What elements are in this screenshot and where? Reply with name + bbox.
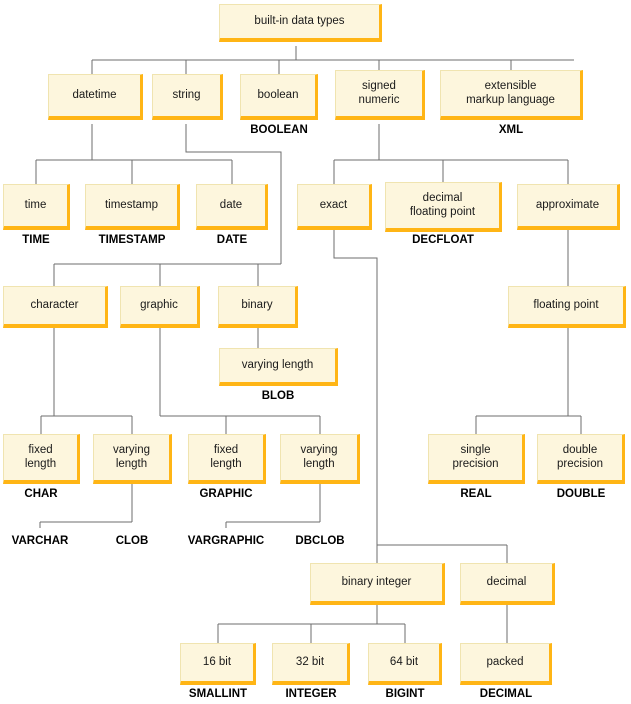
node-bit16[interactable]: 16 bit <box>180 643 256 685</box>
lbl-double: DOUBLE <box>556 488 606 500</box>
node-binary[interactable]: binary <box>218 286 298 328</box>
lbl-vargraphic: VARGRAPHIC <box>187 535 265 547</box>
lbl-decimal: DECIMAL <box>479 688 533 700</box>
lbl-decfloat: DECFLOAT <box>412 234 474 246</box>
node-timestamp[interactable]: timestamp <box>85 184 180 230</box>
lbl-real: REAL <box>460 488 492 500</box>
node-single[interactable]: single precision <box>428 434 525 484</box>
edge-datetime-bus <box>35 124 233 184</box>
edge-exact-bus <box>333 230 508 563</box>
node-character[interactable]: character <box>3 286 108 328</box>
node-approximate[interactable]: approximate <box>517 184 620 230</box>
node-graphfix[interactable]: fixed length <box>188 434 266 484</box>
lbl-xml: XML <box>498 124 524 136</box>
node-exact[interactable]: exact <box>297 184 372 230</box>
node-graphvar[interactable]: varying length <box>280 434 360 484</box>
node-date[interactable]: date <box>196 184 268 230</box>
node-charvar[interactable]: varying length <box>93 434 172 484</box>
node-time[interactable]: time <box>3 184 70 230</box>
node-xml[interactable]: extensible markup language <box>440 70 583 120</box>
lbl-dbclob: DBCLOB <box>295 535 345 547</box>
node-charfix[interactable]: fixed length <box>3 434 80 484</box>
node-decfloat[interactable]: decimal floating point <box>385 182 502 232</box>
lbl-boolean: BOOLEAN <box>250 124 308 136</box>
node-graphic[interactable]: graphic <box>120 286 200 328</box>
node-blobvar[interactable]: varying length <box>219 348 338 386</box>
lbl-smallint: SMALLINT <box>188 688 248 700</box>
edge-signednum-bus <box>333 124 569 184</box>
lbl-timestamp: TIMESTAMP <box>98 234 166 246</box>
node-floatpoint[interactable]: floating point <box>508 286 626 328</box>
lbl-blob: BLOB <box>261 390 295 402</box>
lbl-char: CHAR <box>24 488 58 500</box>
edge-character-bus <box>40 328 133 434</box>
node-datetime[interactable]: datetime <box>48 74 143 120</box>
lbl-integer: INTEGER <box>285 688 337 700</box>
lbl-varchar: VARCHAR <box>11 535 69 547</box>
lbl-time: TIME <box>22 234 50 246</box>
node-binint[interactable]: binary integer <box>310 563 445 605</box>
node-signednum[interactable]: signed numeric <box>335 70 425 120</box>
node-double[interactable]: double precision <box>537 434 625 484</box>
lbl-bigint: BIGINT <box>385 688 425 700</box>
node-decimal[interactable]: decimal <box>460 563 555 605</box>
node-root[interactable]: built-in data types <box>219 4 382 42</box>
edge-binint-bus <box>217 605 406 643</box>
lbl-graphic: GRAPHIC <box>199 488 253 500</box>
edge-fp-bus <box>475 328 582 434</box>
lbl-clob: CLOB <box>115 535 149 547</box>
node-packed[interactable]: packed <box>460 643 552 685</box>
node-boolean[interactable]: boolean <box>240 74 318 120</box>
data-types-hierarchy-diagram: built-in data types datetime string boolean… <box>0 0 631 704</box>
node-bit32[interactable]: 32 bit <box>272 643 350 685</box>
node-string[interactable]: string <box>152 74 223 120</box>
lbl-date: DATE <box>216 234 248 246</box>
node-bit64[interactable]: 64 bit <box>368 643 442 685</box>
